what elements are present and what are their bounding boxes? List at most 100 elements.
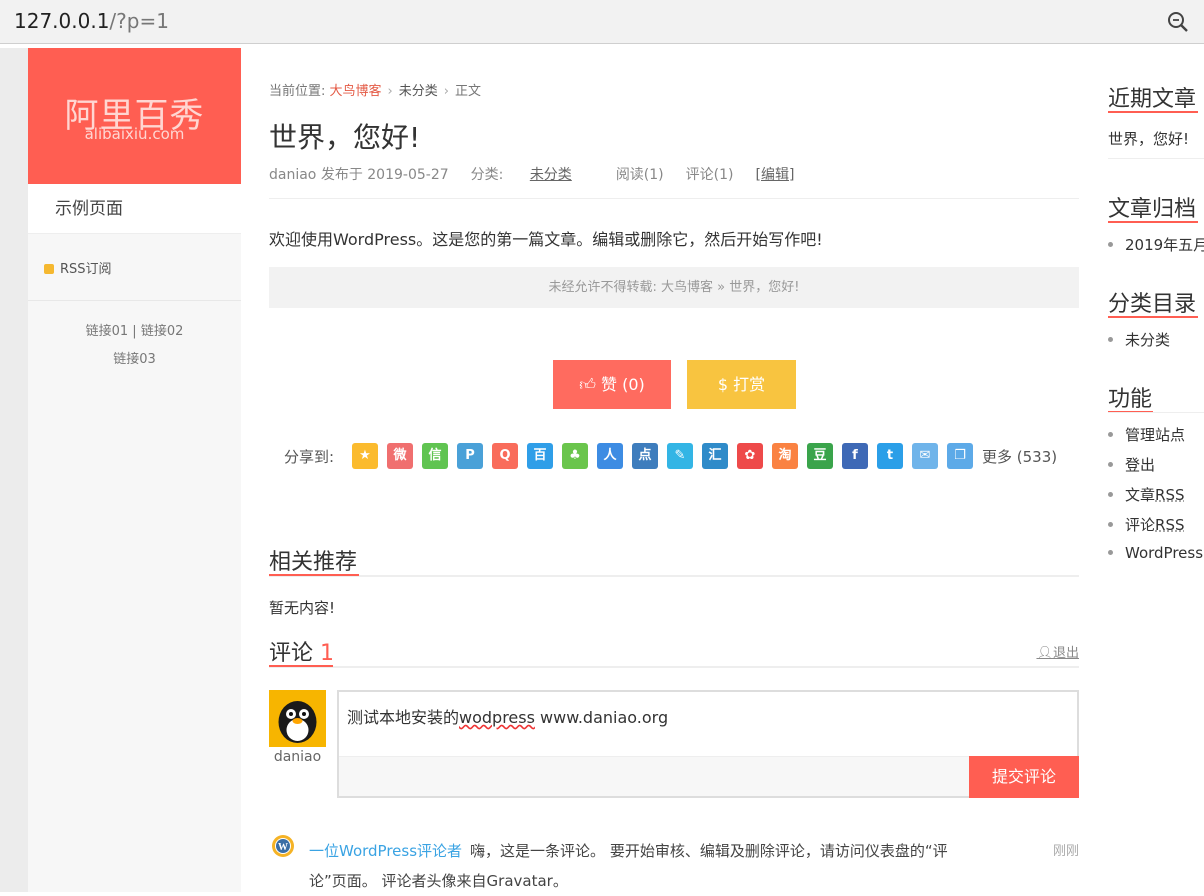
archive-item[interactable]: 2019年五月 bbox=[1108, 234, 1204, 255]
link-02[interactable]: 链接02 bbox=[141, 324, 184, 339]
tip-button[interactable]: $ 打赏 bbox=[687, 360, 796, 409]
left-gutter bbox=[0, 48, 28, 892]
user-icon: 👤︎ bbox=[1036, 646, 1053, 661]
func-admin[interactable]: 管理站点 bbox=[1108, 424, 1185, 445]
submit-comment-button[interactable]: 提交评论 bbox=[969, 756, 1079, 798]
douban-icon[interactable]: 豆 bbox=[807, 443, 833, 469]
breadcrumb-category[interactable]: 未分类 bbox=[399, 84, 438, 99]
related-underline bbox=[269, 575, 1079, 577]
breadcrumb: 当前位置: 大鸟博客 › 未分类 › 正文 bbox=[269, 80, 481, 99]
taobao-icon[interactable]: 淘 bbox=[772, 443, 798, 469]
func-wordpress-label: WordPress.org bbox=[1125, 544, 1204, 562]
bullet bbox=[1108, 492, 1113, 497]
friend-links: 链接01 | 链接02 链接03 bbox=[28, 318, 241, 374]
post-meta: daniao 发布于 2019-05-27 分类: 未分类 阅读(1) 评论(1) [编… bbox=[269, 164, 816, 184]
like-button[interactable]: 👍︎ 赞 (0) bbox=[553, 360, 671, 409]
link-03[interactable]: 链接03 bbox=[113, 352, 156, 367]
main-content: 当前位置: 大鸟博客 › 未分类 › 正文 世界，您好! daniao 发布于 2019… bbox=[269, 48, 1079, 892]
comments-heading: 评论 1 bbox=[269, 635, 334, 667]
chevron-right-icon: › bbox=[387, 84, 393, 99]
widget-divider bbox=[1108, 412, 1204, 413]
like-label: 赞 (0) bbox=[601, 375, 645, 394]
kaixin-icon[interactable]: ♣ bbox=[562, 443, 588, 469]
category-item[interactable]: 未分类 bbox=[1108, 329, 1170, 350]
comment-time: 刚刚 bbox=[1052, 844, 1079, 859]
mark-icon[interactable]: ✎ bbox=[667, 443, 693, 469]
widget-category-title: 分类目录 bbox=[1108, 292, 1197, 317]
widget-functions-title: 功能 bbox=[1108, 387, 1153, 412]
hui-icon[interactable]: 汇 bbox=[702, 443, 728, 469]
breadcrumb-prefix: 当前位置: bbox=[269, 84, 326, 99]
left-sidebar: 阿里百秀 alibaixiu.com 示例页面 RSS订阅 链接01 | 链接0… bbox=[28, 48, 241, 892]
rss-label: RSS订阅 bbox=[60, 262, 112, 277]
post-category-link[interactable]: 未分类 bbox=[530, 167, 572, 183]
post-category: 分类: 未分类 bbox=[471, 167, 594, 183]
flower-icon[interactable]: ✿ bbox=[737, 443, 763, 469]
bullet bbox=[1108, 337, 1113, 342]
func-posts-rss-label: 文章 bbox=[1125, 486, 1156, 504]
copy-icon[interactable]: ❐ bbox=[947, 443, 973, 469]
link-01[interactable]: 链接01 bbox=[86, 324, 129, 339]
logo-text-en: alibaixiu.com bbox=[84, 125, 185, 143]
nav-sample-page[interactable]: 示例页面 bbox=[28, 184, 241, 234]
wechat-icon[interactable]: 信 bbox=[422, 443, 448, 469]
diandian-icon[interactable]: 点 bbox=[632, 443, 658, 469]
bullet bbox=[1108, 462, 1113, 467]
widget-divider bbox=[1108, 158, 1204, 159]
widget-underline bbox=[1108, 111, 1198, 113]
func-posts-rss[interactable]: 文章RSS bbox=[1108, 484, 1184, 505]
logout-link[interactable]: 👤︎退出 bbox=[1036, 642, 1079, 661]
related-underline-accent bbox=[269, 574, 359, 576]
func-wordpress[interactable]: WordPress.org bbox=[1108, 544, 1204, 562]
widget-recent-title: 近期文章 bbox=[1108, 87, 1197, 112]
post-comments-count[interactable]: 评论(1) bbox=[686, 167, 734, 183]
renren-icon[interactable]: 人 bbox=[597, 443, 623, 469]
chevron-right-icon: › bbox=[443, 84, 449, 99]
widget-underline bbox=[1108, 316, 1198, 318]
site-logo[interactable]: 阿里百秀 alibaixiu.com bbox=[28, 48, 241, 184]
recent-post-link[interactable]: 世界，您好! bbox=[1108, 128, 1189, 149]
link-separator: | bbox=[132, 324, 137, 339]
post-body: 欢迎使用WordPress。这是您的第一篇文章。编辑或删除它，然后开始写作吧! bbox=[269, 230, 823, 249]
comment-text-part: 测试本地安装的 bbox=[347, 708, 460, 727]
baidu-icon[interactable]: 百 bbox=[527, 443, 553, 469]
func-logout-label: 登出 bbox=[1125, 456, 1156, 474]
post-author-date: daniao 发布于 2019-05-27 bbox=[269, 167, 449, 183]
func-comments-rss[interactable]: 评论RSS bbox=[1108, 514, 1184, 535]
archive-item-label: 2019年五月 bbox=[1125, 236, 1204, 254]
bullet bbox=[1108, 522, 1113, 527]
category-item-label: 未分类 bbox=[1125, 331, 1171, 349]
zoom-icon[interactable] bbox=[1166, 10, 1190, 34]
facebook-icon[interactable]: f bbox=[842, 443, 868, 469]
post-title: 世界，您好! bbox=[269, 121, 421, 154]
tip-label: 打赏 bbox=[733, 375, 766, 394]
comment-text-part: www.daniao.org bbox=[534, 708, 669, 727]
post-edit-link[interactable]: [编辑] bbox=[756, 167, 795, 183]
comment-author[interactable]: 一位WordPress评论者 bbox=[309, 842, 462, 860]
comment-input-text[interactable]: 测试本地安装的wodpress www.daniao.org bbox=[347, 704, 668, 728]
tqq-icon[interactable]: P bbox=[457, 443, 483, 469]
qq-icon[interactable]: Q bbox=[492, 443, 518, 469]
url-path: /?p=1 bbox=[109, 9, 169, 33]
qzone-icon[interactable]: ★ bbox=[352, 443, 378, 469]
thumbs-up-icon: 👍︎ bbox=[579, 375, 596, 394]
post-reads: 阅读(1) bbox=[615, 167, 664, 183]
comments-heading-count: 1 bbox=[320, 641, 335, 666]
divider bbox=[269, 198, 1079, 199]
twitter-icon[interactable]: t bbox=[877, 443, 903, 469]
breadcrumb-home[interactable]: 大鸟博客 bbox=[330, 84, 382, 99]
comment-toolbar bbox=[339, 756, 1077, 796]
comment-input[interactable]: 测试本地安装的wodpress www.daniao.org 提交评论 bbox=[337, 690, 1079, 798]
func-comments-rss-label: 评论 bbox=[1125, 516, 1156, 534]
bullet bbox=[1108, 432, 1113, 437]
weibo-icon[interactable]: 微 bbox=[387, 443, 413, 469]
rss-link[interactable]: RSS订阅 bbox=[44, 258, 112, 277]
func-logout[interactable]: 登出 bbox=[1108, 454, 1155, 475]
post-category-label: 分类: bbox=[470, 167, 504, 183]
url-text[interactable]: 127.0.0.1/?p=1 bbox=[14, 9, 169, 33]
browser-address-bar[interactable]: 127.0.0.1/?p=1 bbox=[0, 0, 1204, 44]
url-host: 127.0.0.1 bbox=[14, 9, 110, 33]
mail-icon[interactable]: ✉ bbox=[912, 443, 938, 469]
logout-label: 退出 bbox=[1052, 646, 1079, 661]
share-more[interactable]: 更多 (533) bbox=[982, 446, 1057, 467]
